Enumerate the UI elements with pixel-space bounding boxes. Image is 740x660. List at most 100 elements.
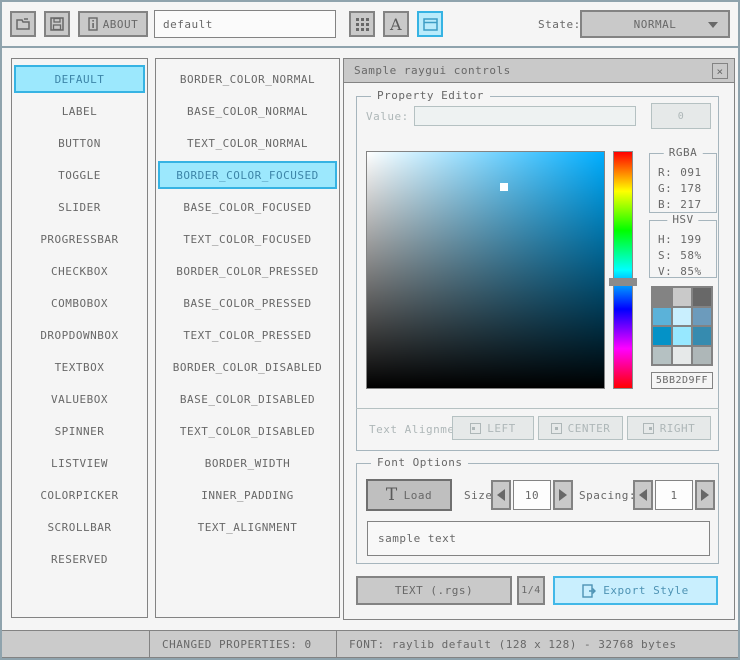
save-file-button[interactable] xyxy=(44,11,70,37)
align-left-icon xyxy=(470,422,482,434)
prop-item-base_color_pressed[interactable]: BASE_COLOR_PRESSED xyxy=(158,289,337,317)
spacing-increase-button[interactable] xyxy=(695,480,715,510)
palette-swatch-base_color_normal[interactable] xyxy=(673,288,691,306)
size-increase-button[interactable] xyxy=(553,480,573,510)
palette-swatch-text_color_disabled[interactable] xyxy=(693,346,711,364)
load-font-button[interactable]: T Load xyxy=(366,479,452,511)
list-item-checkbox[interactable]: CHECKBOX xyxy=(14,257,145,285)
arrow-left-icon xyxy=(497,489,505,501)
hex-color-text: 5BB2D9FF xyxy=(655,375,709,386)
color-saturation-value-panel[interactable] xyxy=(366,151,605,389)
toolbar: ABOUT A State: NORMAL xyxy=(2,2,738,48)
size-spinner: 10 xyxy=(491,480,573,510)
prop-item-base_color_disabled[interactable]: BASE_COLOR_DISABLED xyxy=(158,385,337,413)
palette-swatch-base_color_pressed[interactable] xyxy=(673,327,691,345)
palette-swatch-text_color_pressed[interactable] xyxy=(693,327,711,345)
window-titlebar[interactable]: Sample raygui controls xyxy=(344,59,734,83)
sample-controls-window: Sample raygui controls × Property Editor… xyxy=(343,58,735,620)
prop-item-text_color_pressed[interactable]: TEXT_COLOR_PRESSED xyxy=(158,321,337,349)
prop-item-text_alignment[interactable]: TEXT_ALIGNMENT xyxy=(158,513,337,541)
rgba-group-label: RGBA xyxy=(663,146,703,159)
palette-swatch-text_color_normal[interactable] xyxy=(693,288,711,306)
spacing-value[interactable]: 1 xyxy=(655,480,693,510)
property-editor-group-label: Property Editor xyxy=(371,89,490,102)
list-item-listview[interactable]: LISTVIEW xyxy=(14,449,145,477)
value-apply-button[interactable]: 0 xyxy=(651,103,711,129)
spacing-decrease-button[interactable] xyxy=(633,480,653,510)
palette-swatch-border_color_focused[interactable] xyxy=(653,307,671,325)
style-name-input[interactable] xyxy=(154,10,336,38)
b-value: 217 xyxy=(680,197,702,211)
prop-item-text_color_focused[interactable]: TEXT_COLOR_FOCUSED xyxy=(158,225,337,253)
font-view-button[interactable]: A xyxy=(383,11,409,37)
align-center-button[interactable]: CENTER xyxy=(538,416,623,440)
size-value[interactable]: 10 xyxy=(513,480,551,510)
s-value: 58% xyxy=(680,248,702,262)
font-options-group-label: Font Options xyxy=(371,456,469,469)
prop-item-border_width[interactable]: BORDER_WIDTH xyxy=(158,449,337,477)
export-format-button[interactable]: TEXT (.rgs) xyxy=(356,576,512,605)
format-pager-button[interactable]: 1/4 xyxy=(517,576,545,605)
chevron-down-icon xyxy=(708,22,718,28)
size-decrease-button[interactable] xyxy=(491,480,511,510)
align-right-icon xyxy=(642,422,654,434)
list-item-spinner[interactable]: SPINNER xyxy=(14,417,145,445)
palette-swatch-border_color_normal[interactable] xyxy=(653,288,671,306)
align-left-button[interactable]: LEFT xyxy=(452,416,534,440)
prop-item-base_color_focused[interactable]: BASE_COLOR_FOCUSED xyxy=(158,193,337,221)
style-table-view-button[interactable] xyxy=(349,11,375,37)
prop-item-border_color_disabled[interactable]: BORDER_COLOR_DISABLED xyxy=(158,353,337,381)
list-item-button[interactable]: BUTTON xyxy=(14,129,145,157)
palette-swatch-base_color_disabled[interactable] xyxy=(673,346,691,364)
align-right-button[interactable]: RIGHT xyxy=(627,416,711,440)
list-item-slider[interactable]: SLIDER xyxy=(14,193,145,221)
controls-view-button[interactable] xyxy=(417,11,443,37)
list-item-textbox[interactable]: TEXTBOX xyxy=(14,353,145,381)
controls-listview: DEFAULT LABEL BUTTON TOGGLE SLIDER PROGRESSBA… xyxy=(11,58,148,618)
v-value: 85% xyxy=(680,264,702,278)
open-file-button[interactable] xyxy=(10,11,36,37)
hsv-row-v: V: 85% xyxy=(658,263,716,279)
export-style-button[interactable]: Export Style xyxy=(553,576,718,605)
hsv-group-label: HSV xyxy=(667,213,699,226)
color-selector-cursor[interactable] xyxy=(500,183,509,192)
h-value: 199 xyxy=(680,232,702,246)
status-changed-properties: CHANGED PROPERTIES: 0 xyxy=(150,631,337,657)
list-item-default[interactable]: DEFAULT xyxy=(14,65,145,93)
prop-item-border_color_normal[interactable]: BORDER_COLOR_NORMAL xyxy=(158,65,337,93)
close-icon: × xyxy=(716,64,724,78)
value-input[interactable] xyxy=(414,106,636,126)
list-item-label[interactable]: LABEL xyxy=(14,97,145,125)
hex-color-value[interactable]: 5BB2D9FF xyxy=(651,372,713,389)
palette-swatch-border_color_disabled[interactable] xyxy=(653,346,671,364)
list-item-combobox[interactable]: COMBOBOX xyxy=(14,289,145,317)
list-item-toggle[interactable]: TOGGLE xyxy=(14,161,145,189)
sample-text-box[interactable]: sample text xyxy=(367,521,710,556)
rgba-row-g: G: 178 xyxy=(658,180,716,196)
list-item-reserved[interactable]: RESERVED xyxy=(14,545,145,573)
prop-item-inner_padding[interactable]: INNER_PADDING xyxy=(158,481,337,509)
list-item-colorpicker[interactable]: COLORPICKER xyxy=(14,481,145,509)
palette-swatch-base_color_focused[interactable] xyxy=(673,307,691,325)
hue-slider[interactable] xyxy=(609,151,637,389)
list-item-progressbar[interactable]: PROGRESSBAR xyxy=(14,225,145,253)
align-right-label: RIGHT xyxy=(659,421,696,435)
palette-swatch-border_color_pressed[interactable] xyxy=(653,327,671,345)
window-close-button[interactable]: × xyxy=(712,63,728,79)
hue-slider-handle[interactable] xyxy=(609,278,637,287)
prop-item-border_color_focused[interactable]: BORDER_COLOR_FOCUSED xyxy=(158,161,337,189)
arrow-right-icon xyxy=(701,489,709,501)
folder-open-icon xyxy=(15,17,31,31)
r-value: 091 xyxy=(680,165,702,179)
state-dropdown[interactable]: NORMAL xyxy=(580,10,730,38)
prop-item-border_color_pressed[interactable]: BORDER_COLOR_PRESSED xyxy=(158,257,337,285)
palette-swatch-text_color_focused[interactable] xyxy=(693,307,711,325)
about-button[interactable]: ABOUT xyxy=(78,11,148,37)
list-item-dropdownbox[interactable]: DROPDOWNBOX xyxy=(14,321,145,349)
prop-item-text_color_disabled[interactable]: TEXT_COLOR_DISABLED xyxy=(158,417,337,445)
list-item-valuebox[interactable]: VALUEBOX xyxy=(14,385,145,413)
align-left-label: LEFT xyxy=(487,421,516,435)
prop-item-text_color_normal[interactable]: TEXT_COLOR_NORMAL xyxy=(158,129,337,157)
list-item-scrollbar[interactable]: SCROLLBAR xyxy=(14,513,145,541)
prop-item-base_color_normal[interactable]: BASE_COLOR_NORMAL xyxy=(158,97,337,125)
